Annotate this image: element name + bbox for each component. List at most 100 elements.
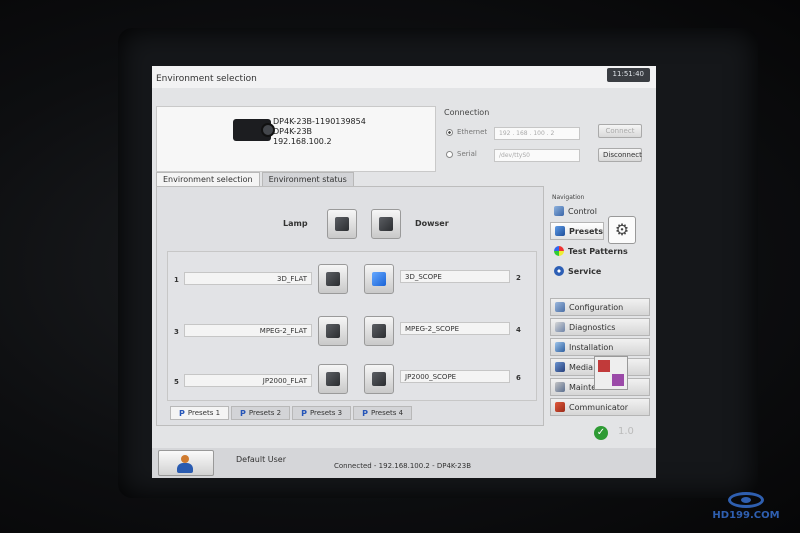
nav-label: Service	[568, 266, 602, 276]
serial-option[interactable]: Serial	[446, 150, 477, 158]
nav-label: Presets	[569, 226, 604, 236]
serial-port-field[interactable]: /dev/ttyS0	[494, 149, 580, 162]
preset-button-2[interactable]	[364, 264, 394, 294]
connect-button[interactable]: Connect	[598, 124, 642, 138]
preset-indicator	[326, 324, 340, 338]
nav-label: Media	[569, 362, 594, 372]
communicator-icon	[555, 402, 565, 412]
tab-label: Presets 2	[248, 409, 282, 417]
nav-test-patterns[interactable]: Test Patterns	[550, 242, 650, 260]
ethernet-label: Ethernet	[457, 128, 488, 136]
presets-grid: 1 3D_FLAT 3D_SCOPE 2 3 MPEG-2_FLAT MPEG-…	[167, 251, 537, 401]
lamp-label: Lamp	[283, 219, 308, 228]
nav-service[interactable]: Service	[550, 262, 650, 280]
user-avatar-icon	[181, 455, 189, 463]
preset-p-icon: P	[179, 408, 185, 418]
version-label: 1.0	[618, 426, 634, 437]
dowser-label: Dowser	[415, 219, 449, 228]
environment-tabs: Environment selection Environment status	[156, 172, 356, 186]
control-icon	[554, 206, 564, 216]
status-ok-icon: ✓	[594, 426, 608, 440]
connection-status: Connected - 192.168.100.2 - DP4K-23B	[334, 462, 472, 470]
watermark-logo: HD199.COM	[700, 490, 792, 526]
preset-name-field[interactable]: JP2000_FLAT	[184, 374, 312, 387]
nav-diagnostics[interactable]: Diagnostics	[550, 318, 650, 336]
dowser-indicator	[379, 217, 393, 231]
navigation-header: Navigation	[552, 194, 585, 201]
ethernet-radio[interactable]	[446, 128, 453, 136]
tab-environment-status[interactable]: Environment status	[261, 172, 354, 186]
projector-icon	[233, 119, 275, 141]
tab-presets-1[interactable]: P Presets 1	[170, 406, 230, 420]
preset-number: 2	[516, 274, 521, 282]
service-icon	[554, 266, 564, 276]
preset-button-6[interactable]	[364, 364, 394, 394]
preset-indicator	[326, 372, 340, 386]
device-model: DP4K-23B	[273, 127, 313, 136]
device-info-panel: DP4K-23B-1190139854 DP4K-23B 192.168.100…	[156, 106, 436, 172]
preset-name-field[interactable]: 3D_FLAT	[184, 272, 312, 285]
nav-presets[interactable]: Presets	[550, 222, 604, 240]
settings-gear-icon[interactable]: ⚙	[608, 216, 636, 244]
test-patterns-icon	[554, 246, 564, 256]
nav-installation[interactable]: Installation	[550, 338, 650, 356]
preset-number: 1	[174, 276, 179, 284]
preset-indicator	[326, 272, 340, 286]
disconnect-button[interactable]: Disconnect	[598, 148, 642, 162]
connection-panel: Connection Ethernet 192 . 168 . 100 . 2 …	[442, 106, 648, 172]
installation-icon	[555, 342, 565, 352]
preset-name-field[interactable]: MPEG-2_FLAT	[184, 324, 312, 337]
preset-p-icon: P	[240, 408, 246, 418]
media-icon	[555, 362, 565, 372]
serial-radio[interactable]	[446, 150, 453, 158]
nav-communicator[interactable]: Communicator	[550, 398, 650, 416]
preset-p-icon: P	[362, 408, 368, 418]
presets-icon	[555, 226, 565, 236]
preset-button-4[interactable]	[364, 316, 394, 346]
preset-indicator	[372, 272, 386, 286]
nav-label: Installation	[569, 342, 614, 352]
color-swatch-icon	[594, 356, 628, 390]
window-title: Environment selection	[156, 74, 257, 84]
user-button[interactable]	[158, 450, 214, 476]
device-serial: DP4K-23B-1190139854	[273, 117, 366, 126]
watermark-eye-icon	[728, 492, 764, 508]
lamp-button[interactable]	[327, 209, 357, 239]
preset-name-field[interactable]: JP2000_SCOPE	[400, 370, 510, 383]
tab-presets-4[interactable]: P Presets 4	[353, 406, 413, 420]
current-user: Default User	[236, 455, 287, 464]
connection-header: Connection	[444, 108, 490, 117]
preset-number: 3	[174, 328, 179, 336]
device-details: DP4K-23B-1190139854 DP4K-23B 192.168.100…	[273, 117, 366, 147]
tab-environment-selection[interactable]: Environment selection	[156, 172, 260, 186]
preset-indicator	[372, 372, 386, 386]
nav-label: Diagnostics	[569, 322, 616, 332]
diagnostics-icon	[555, 322, 565, 332]
maintenance-icon	[555, 382, 565, 392]
tab-label: Presets 3	[309, 409, 343, 417]
preset-number: 5	[174, 378, 179, 386]
preset-indicator	[372, 324, 386, 338]
preset-name-field[interactable]: 3D_SCOPE	[400, 270, 510, 283]
preset-p-icon: P	[301, 408, 307, 418]
nav-configuration[interactable]: Configuration	[550, 298, 650, 316]
preset-button-5[interactable]	[318, 364, 348, 394]
preset-name-field[interactable]: MPEG-2_SCOPE	[400, 322, 510, 335]
preset-number: 4	[516, 326, 521, 334]
preset-button-1[interactable]	[318, 264, 348, 294]
clock: 11:51:40	[606, 68, 650, 82]
ip-address-field[interactable]: 192 . 168 . 100 . 2	[494, 127, 580, 140]
device-ip: 192.168.100.2	[273, 137, 332, 146]
ethernet-option[interactable]: Ethernet	[446, 128, 487, 136]
dowser-button[interactable]	[371, 209, 401, 239]
nav-label: Control	[568, 206, 597, 216]
tab-presets-3[interactable]: P Presets 3	[292, 406, 352, 420]
navigation-panel: Navigation Control Presets Test Patterns…	[550, 194, 652, 446]
status-bar: Default User Connected - 192.168.100.2 -…	[152, 448, 656, 478]
environment-selection-panel: Lamp Dowser 1 3D_FLAT 3D_SCOPE 2 3 MPEG-…	[156, 186, 544, 426]
preset-number: 6	[516, 374, 521, 382]
tab-presets-2[interactable]: P Presets 2	[231, 406, 291, 420]
preset-button-3[interactable]	[318, 316, 348, 346]
application-screen: Environment selection 11:51:40 DP4K-23B-…	[152, 66, 656, 478]
configuration-icon	[555, 302, 565, 312]
